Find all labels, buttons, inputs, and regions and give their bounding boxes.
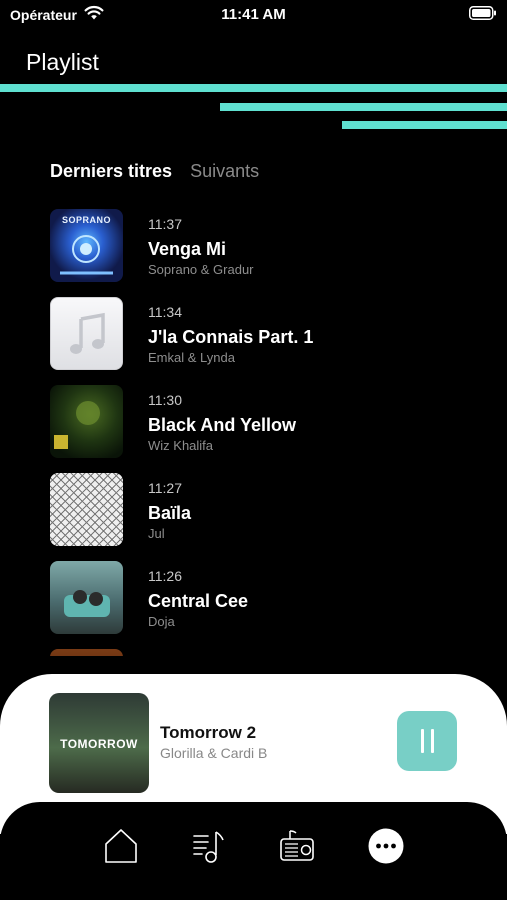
track-artist: Doja — [148, 614, 175, 629]
track-time: 11:34 — [148, 304, 182, 320]
track-artist: Emkal & Lynda — [148, 350, 235, 365]
album-cover — [50, 385, 123, 458]
nav-more[interactable] — [366, 828, 406, 868]
battery-icon — [469, 6, 497, 25]
track-title: Venga Mi — [148, 239, 227, 259]
nav-playlist[interactable] — [188, 828, 228, 868]
music-note-icon — [51, 298, 122, 369]
tab-upcoming[interactable]: Suivants — [190, 161, 259, 182]
now-playing-cover-text: TOMORROW — [60, 737, 138, 751]
track-item[interactable]: 11:34 J'la Connais Part. 1 Emkal & Lynda — [50, 297, 490, 385]
track-item[interactable]: 11:26 Central Cee Doja — [50, 561, 490, 649]
track-title: Central Cee — [148, 591, 249, 611]
nav-home[interactable] — [101, 828, 141, 868]
tab-recent-tracks[interactable]: Derniers titres — [50, 161, 172, 182]
accent-bar-decoration — [220, 103, 507, 111]
track-item[interactable]: 11:30 Black And Yellow Wiz Khalifa — [50, 385, 490, 473]
accent-bar-decoration — [0, 84, 507, 92]
track-time: 11:37 — [148, 216, 182, 232]
track-artist: Jul — [148, 526, 165, 541]
pause-icon — [430, 729, 434, 753]
track-artist: Soprano & Gradur — [148, 262, 254, 277]
track-time: 11:27 — [148, 480, 182, 496]
pause-icon — [420, 729, 424, 753]
track-item[interactable]: SOPRANO 11:37 Venga Mi Soprano & Gradur — [50, 209, 490, 297]
track-title: Black And Yellow — [148, 415, 297, 435]
track-title: J'la Connais Part. 1 — [148, 327, 314, 347]
album-cover — [50, 473, 123, 546]
now-playing-title: Tomorrow 2 — [160, 723, 257, 742]
album-cover — [50, 649, 123, 656]
page-title: Playlist — [26, 49, 99, 75]
album-cover — [50, 561, 123, 634]
track-time: 11:26 — [148, 568, 182, 584]
track-item[interactable]: 11:27 Baïla Jul — [50, 473, 490, 561]
radio-icon — [278, 827, 316, 870]
tab-bar: Derniers titres Suivants — [50, 161, 259, 182]
track-item[interactable] — [50, 649, 490, 656]
home-icon — [103, 827, 139, 870]
accent-bar-decoration — [342, 121, 507, 129]
pause-button[interactable] — [397, 711, 457, 771]
track-time: 11:30 — [148, 392, 182, 408]
track-artist: Wiz Khalifa — [148, 438, 214, 453]
nav-radio[interactable] — [277, 828, 317, 868]
bottom-nav — [0, 802, 507, 900]
track-list[interactable]: SOPRANO 11:37 Venga Mi Soprano & Gradur … — [50, 209, 490, 656]
status-time: 11:41 AM — [221, 6, 286, 23]
more-icon — [367, 827, 405, 870]
status-bar: Opérateur 11:41 AM — [0, 0, 507, 30]
track-title: Baïla — [148, 503, 192, 523]
album-cover — [50, 297, 123, 370]
now-playing-cover: TOMORROW — [49, 693, 149, 793]
album-cover: SOPRANO — [50, 209, 123, 282]
now-playing-artist: Glorilla & Cardi B — [160, 745, 268, 761]
playlist-icon — [190, 827, 226, 870]
